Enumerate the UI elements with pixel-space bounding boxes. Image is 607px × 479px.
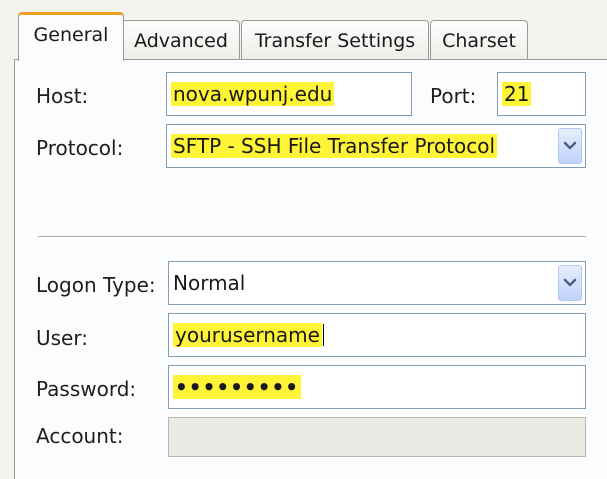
tab-advanced[interactable]: Advanced [122, 20, 240, 60]
user-value: yourusername [173, 323, 322, 347]
password-value: ••••••••• [173, 375, 302, 399]
host-input[interactable]: nova.wpunj.edu [166, 72, 412, 116]
tab-transfer-settings-label: Transfer Settings [254, 30, 416, 52]
tab-charset-label: Charset [442, 30, 516, 52]
section-divider [38, 236, 586, 238]
port-value: 21 [502, 82, 532, 106]
tab-transfer-settings[interactable]: Transfer Settings [241, 20, 429, 60]
port-label: Port: [430, 84, 477, 108]
site-settings-panel: Advanced Transfer Settings Charset Gener… [0, 0, 607, 479]
logon-type-value: Normal [173, 271, 246, 295]
chevron-down-icon [563, 278, 577, 287]
protocol-select[interactable]: SFTP - SSH File Transfer Protocol [166, 124, 586, 168]
port-input[interactable]: 21 [497, 72, 586, 116]
tab-advanced-label: Advanced [134, 30, 228, 52]
protocol-value: SFTP - SSH File Transfer Protocol [171, 134, 498, 158]
user-input[interactable]: yourusername [168, 313, 586, 357]
host-label: Host: [36, 84, 89, 108]
logon-type-label: Logon Type: [36, 273, 156, 297]
logon-type-dropdown-button[interactable] [558, 265, 582, 301]
password-label: Password: [36, 377, 137, 401]
logon-type-select[interactable]: Normal [168, 261, 586, 305]
tab-charset[interactable]: Charset [430, 20, 528, 60]
tab-general-label: General [33, 24, 109, 46]
account-label: Account: [36, 424, 124, 448]
tab-general[interactable]: General [18, 12, 124, 61]
password-input[interactable]: ••••••••• [168, 365, 586, 409]
text-cursor [322, 324, 324, 346]
chevron-down-icon [563, 141, 577, 150]
account-input [168, 417, 586, 457]
host-value: nova.wpunj.edu [171, 82, 335, 106]
protocol-label: Protocol: [36, 136, 124, 160]
user-label: User: [36, 326, 88, 350]
protocol-dropdown-button[interactable] [558, 128, 582, 164]
